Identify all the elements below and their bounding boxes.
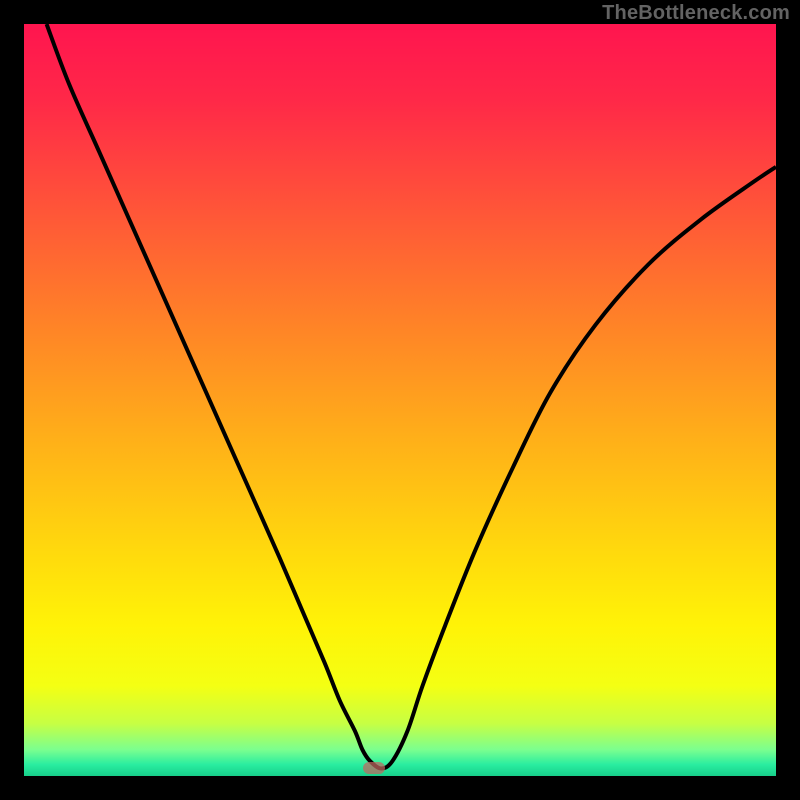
bottleneck-curve [24,24,776,776]
chart-frame: TheBottleneck.com [0,0,800,800]
attribution-label: TheBottleneck.com [602,2,790,25]
optimum-marker [363,762,385,774]
plot-area [24,24,776,776]
